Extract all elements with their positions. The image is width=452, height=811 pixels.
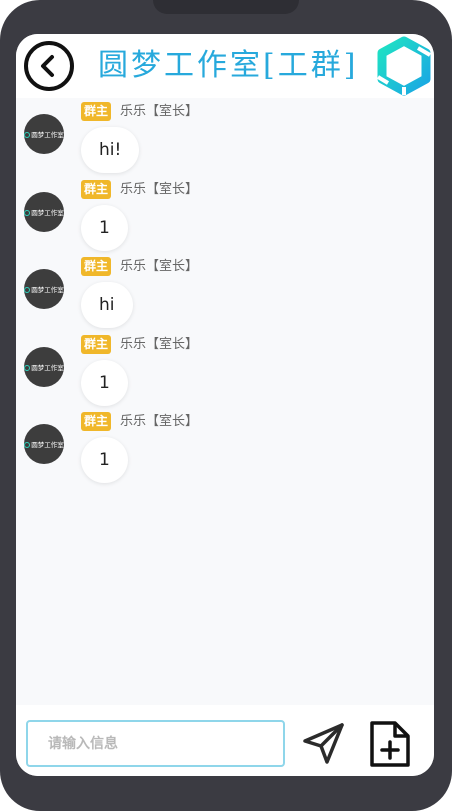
message-bubble[interactable]: 1 — [81, 205, 128, 251]
avatar-label: 圆梦工作室 — [24, 284, 64, 294]
file-add-icon[interactable] — [368, 719, 412, 769]
chat-screen: 圆梦工作室[工群] 圆梦工作室 群主 乐乐【室长】 hi! 圆梦工作室 群主 乐… — [16, 34, 434, 776]
role-badge: 群主 — [81, 412, 112, 431]
avatar[interactable]: 圆梦工作室 — [24, 114, 64, 154]
avatar-logo-icon — [24, 132, 31, 138]
sender-name: 乐乐【室长】 — [120, 414, 199, 429]
chevron-left-icon — [41, 55, 54, 77]
avatar[interactable]: 圆梦工作室 — [24, 347, 64, 387]
avatar-logo-icon — [24, 365, 31, 371]
avatar-logo-icon — [24, 442, 31, 448]
phone-frame: 圆梦工作室[工群] 圆梦工作室 群主 乐乐【室长】 hi! 圆梦工作室 群主 乐… — [0, 0, 452, 811]
role-badge: 群主 — [81, 102, 112, 121]
avatar-label: 圆梦工作室 — [24, 362, 64, 372]
message-bubble[interactable]: hi — [81, 282, 133, 328]
role-badge: 群主 — [81, 257, 112, 276]
hexagon-logo-icon — [376, 36, 432, 96]
message-input[interactable] — [26, 720, 285, 767]
message-bubble[interactable]: 1 — [81, 437, 128, 483]
avatar-logo-icon — [24, 287, 31, 293]
phone-notch — [153, 0, 299, 14]
message-list: 圆梦工作室 群主 乐乐【室长】 hi! 圆梦工作室 群主 乐乐【室长】 1 圆梦… — [16, 98, 434, 705]
sender-name: 乐乐【室长】 — [120, 259, 199, 274]
message-item: 圆梦工作室 群主 乐乐【室长】 hi! — [16, 98, 434, 176]
sender-name: 乐乐【室长】 — [120, 337, 199, 352]
message-item: 圆梦工作室 群主 乐乐【室长】 1 — [16, 408, 434, 486]
role-badge: 群主 — [81, 180, 112, 199]
sender-name: 乐乐【室长】 — [120, 182, 199, 197]
message-item: 圆梦工作室 群主 乐乐【室长】 1 — [16, 176, 434, 254]
avatar-label: 圆梦工作室 — [24, 439, 64, 449]
avatar-logo-icon — [24, 210, 31, 216]
message-item: 圆梦工作室 群主 乐乐【室长】 1 — [16, 331, 434, 409]
send-icon[interactable] — [300, 719, 348, 767]
chat-header: 圆梦工作室[工群] — [16, 34, 434, 98]
avatar-label: 圆梦工作室 — [24, 129, 64, 139]
page-title: 圆梦工作室[工群] — [98, 48, 359, 83]
input-bar — [16, 705, 434, 776]
sender-name: 乐乐【室长】 — [120, 104, 199, 119]
avatar-label: 圆梦工作室 — [24, 207, 64, 217]
role-badge: 群主 — [81, 335, 112, 354]
avatar[interactable]: 圆梦工作室 — [24, 269, 64, 309]
message-bubble[interactable]: hi! — [81, 127, 140, 173]
message-item: 圆梦工作室 群主 乐乐【室长】 hi — [16, 253, 434, 331]
avatar[interactable]: 圆梦工作室 — [24, 424, 64, 464]
back-button[interactable] — [24, 41, 74, 91]
message-bubble[interactable]: 1 — [81, 360, 128, 406]
avatar[interactable]: 圆梦工作室 — [24, 192, 64, 232]
